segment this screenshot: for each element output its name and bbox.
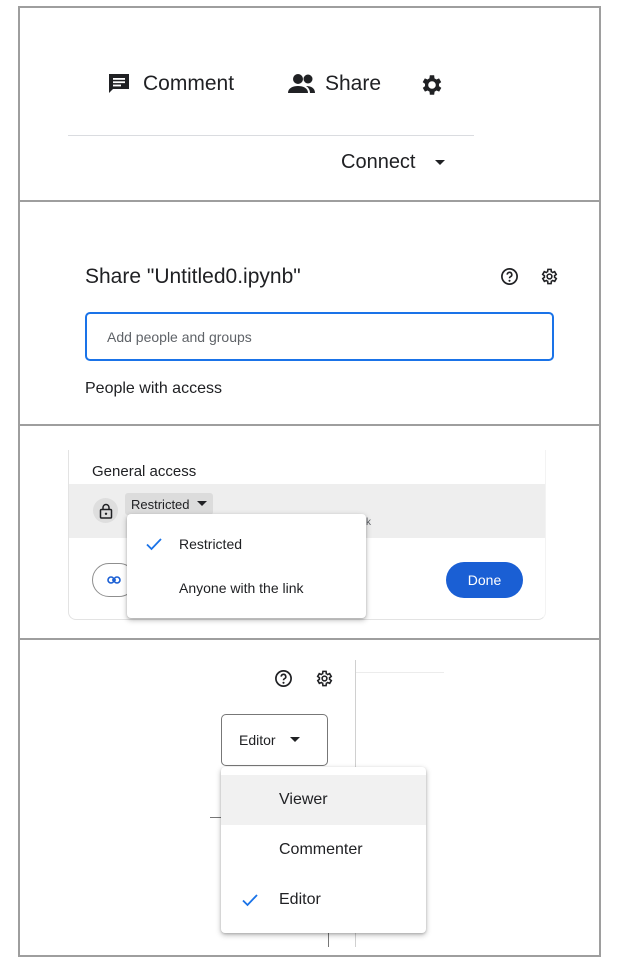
toolbar-divider (68, 135, 474, 136)
settings-icon[interactable] (315, 669, 334, 688)
general-access-heading: General access (92, 463, 197, 480)
link-icon (107, 576, 121, 584)
dialog-title: Share "Untitled0.ipynb" (85, 265, 301, 288)
help-icon[interactable] (274, 669, 293, 688)
panel-divider (18, 424, 601, 426)
lock-icon (93, 498, 118, 523)
role-selected: Editor (239, 732, 276, 748)
comment-icon (107, 72, 131, 96)
general-access-menu: Restricted Anyone with the link (127, 514, 366, 618)
check-icon (145, 537, 163, 551)
people-with-access-heading: People with access (85, 380, 222, 397)
role-dropdown[interactable]: Editor (221, 714, 328, 766)
menu-item-anyone-with-link[interactable]: Anyone with the link (127, 566, 366, 610)
done-button[interactable]: Done (446, 562, 523, 598)
share-button[interactable]: Share (287, 72, 381, 96)
panel-divider (18, 200, 601, 202)
share-label: Share (325, 72, 382, 95)
menu-item-label: Viewer (279, 791, 328, 808)
general-access-dropdown[interactable]: Restricted (125, 493, 213, 515)
menu-item-commenter[interactable]: Commenter (221, 825, 426, 875)
general-access-selected: Restricted (131, 496, 190, 512)
people-icon (287, 72, 317, 96)
menu-item-viewer[interactable]: Viewer (221, 775, 426, 825)
chevron-down-icon (196, 501, 207, 507)
connect-button[interactable]: Connect (341, 151, 446, 174)
menu-item-label: Editor (279, 891, 321, 908)
help-icon[interactable] (500, 267, 519, 286)
menu-item-label: Anyone with the link (179, 580, 304, 596)
add-people-placeholder: Add people and groups (107, 328, 252, 345)
role-menu: Viewer Commenter Editor (221, 767, 426, 933)
access-description-fragment: k (366, 517, 371, 528)
menu-item-label: Commenter (279, 841, 363, 858)
settings-icon[interactable] (540, 267, 559, 286)
check-icon (241, 893, 259, 907)
chevron-down-icon (289, 737, 300, 743)
comment-button[interactable]: Comment (107, 72, 234, 96)
gear-icon[interactable] (419, 72, 445, 98)
comment-label: Comment (143, 72, 235, 95)
chevron-down-icon (434, 159, 446, 167)
connect-label: Connect (341, 151, 416, 173)
panel-divider (18, 638, 601, 640)
side-panel-divider (356, 672, 444, 673)
menu-item-label: Restricted (179, 536, 243, 552)
menu-item-restricted[interactable]: Restricted (127, 522, 366, 566)
menu-item-editor[interactable]: Editor (221, 875, 426, 925)
add-people-input[interactable]: Add people and groups (85, 312, 554, 361)
